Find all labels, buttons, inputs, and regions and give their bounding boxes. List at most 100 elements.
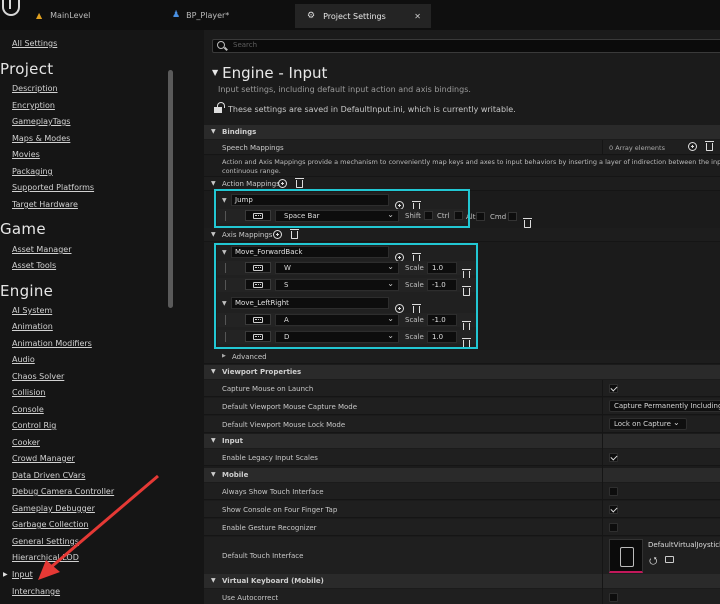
row-lock-mode: Default Viewport Mouse Lock Mode Lock on… [204, 416, 720, 433]
page-subtitle: Input settings, including default input … [218, 85, 471, 94]
browse-back-icon[interactable]: ⭯ [649, 554, 657, 571]
page-title: ▼ Engine - Input [212, 64, 327, 82]
lock-note-text: These settings are saved in DefaultInput… [228, 105, 516, 114]
sidebar-item-gameplaytags[interactable]: GameplayTags [12, 117, 70, 126]
collapse-arrow-icon[interactable]: ▼ [211, 231, 216, 238]
lock-mode-dropdown[interactable]: Lock on Capture ⌄ [609, 418, 687, 430]
sidebar-all-settings[interactable]: All Settings [12, 39, 57, 48]
always-show-touch-checkbox[interactable] [609, 487, 618, 496]
section-viewport-properties[interactable]: ▼ Viewport Properties [204, 365, 720, 379]
sidebar-item-movies[interactable]: Movies [12, 150, 40, 159]
bindings-description-continued: continuous range. [222, 167, 281, 175]
tab-label: MainLevel [50, 10, 91, 20]
sidebar-item-packaging[interactable]: Packaging [12, 167, 53, 176]
sidebar-item-chaos-solver[interactable]: Chaos Solver [12, 372, 64, 381]
sidebar-item-animation-modifiers[interactable]: Animation Modifiers [12, 339, 92, 348]
collapse-arrow-icon: ▼ [211, 471, 216, 478]
sidebar-item-gameplay-debugger[interactable]: Gameplay Debugger [12, 504, 95, 513]
sidebar-item-asset-manager[interactable]: Asset Manager [12, 245, 71, 254]
capture-mouse-launch-checkbox[interactable] [609, 384, 618, 393]
blueprint-actor-icon: ♟ [172, 10, 181, 20]
row-advanced[interactable]: ▶ Advanced [204, 350, 720, 364]
sidebar-item-general-settings[interactable]: General Settings [12, 537, 79, 546]
touch-interface-asset-name[interactable]: DefaultVirtualJoystick [648, 541, 720, 549]
row-axis-mappings: ▼ Axis Mappings [204, 228, 720, 242]
sidebar-item-control-rig[interactable]: Control Rig [12, 421, 56, 430]
tab-bp-player[interactable]: ♟ BP_Player* [172, 5, 229, 25]
unreal-logo-icon[interactable] [2, 0, 20, 16]
add-axis-mapping-icon[interactable] [273, 230, 282, 241]
expand-arrow-icon[interactable]: ▶ [222, 353, 226, 359]
sidebar-item-input[interactable]: Input [12, 570, 33, 579]
capture-mode-label: Default Viewport Mouse Capture Mode [222, 403, 358, 411]
row-speech-mappings: Speech Mappings 0 Array elements [204, 140, 720, 155]
add-speech-mapping-icon[interactable] [688, 142, 697, 153]
section-input[interactable]: ▼ Input [204, 434, 720, 448]
gesture-recognizer-checkbox[interactable] [609, 523, 618, 532]
four-finger-tap-checkbox[interactable] [609, 505, 618, 514]
sidebar-item-cooker[interactable]: Cooker [12, 438, 40, 447]
folder-browse-icon[interactable] [665, 556, 674, 563]
unlock-icon [214, 102, 225, 113]
row-always-show-touch: Always Show Touch Interface [204, 483, 720, 500]
row-gesture-recognizer: Enable Gesture Recognizer [204, 519, 720, 536]
search-input[interactable]: Search [233, 41, 257, 49]
row-bindings-description: Action and Axis Mappings provide a mecha… [204, 156, 720, 177]
close-tab-icon[interactable]: ✕ [414, 12, 421, 21]
row-legacy-input-scales: Enable Legacy Input Scales [204, 449, 720, 466]
tab-label: BP_Player* [186, 10, 230, 20]
section-bindings[interactable]: ▼ Bindings [204, 125, 720, 139]
section-mobile[interactable]: ▼ Mobile [204, 468, 720, 482]
capture-mode-dropdown[interactable]: Capture Permanently Including In [609, 400, 720, 412]
sidebar-item-data-driven-cvars[interactable]: Data Driven CVars [12, 471, 85, 480]
four-finger-tap-label: Show Console on Four Finger Tap [222, 506, 338, 514]
capture-mouse-launch-label: Capture Mouse on Launch [222, 385, 314, 393]
collapse-arrow-icon: ▼ [211, 437, 216, 444]
search-box[interactable]: Search [212, 39, 720, 53]
modifier-cmd-label: Cmd [490, 213, 507, 221]
level-icon: ▲ [36, 10, 43, 20]
settings-gear-icon: ⚙ [307, 11, 316, 21]
sidebar-group-engine: Engine [0, 282, 54, 300]
gesture-recognizer-label: Enable Gesture Recognizer [222, 524, 317, 532]
modifier-alt-checkbox[interactable] [476, 212, 485, 221]
section-virtual-keyboard[interactable]: ▼ Virtual Keyboard (Mobile) [204, 574, 720, 588]
collapse-arrow-icon: ▼ [211, 577, 216, 584]
legacy-input-scales-checkbox[interactable] [609, 453, 618, 462]
delete-speech-mappings-icon[interactable] [705, 141, 714, 153]
collapse-arrow-icon[interactable]: ▼ [211, 180, 216, 187]
sidebar-item-description[interactable]: Description [12, 84, 58, 93]
sidebar-scrollbar[interactable] [168, 70, 173, 308]
sidebar-item-console[interactable]: Console [12, 405, 44, 414]
tab-mainlevel[interactable]: ▲ MainLevel [36, 5, 90, 25]
sidebar-item-supported-platforms[interactable]: Supported Platforms [12, 183, 94, 192]
sidebar-item-crowd-manager[interactable]: Crowd Manager [12, 454, 75, 463]
sidebar-item-garbage-collection[interactable]: Garbage Collection [12, 520, 88, 529]
touch-interface-thumbnail[interactable] [609, 539, 643, 573]
collapse-arrow-icon[interactable]: ▼ [212, 68, 218, 77]
use-autocorrect-checkbox[interactable] [609, 593, 618, 602]
sidebar-item-audio[interactable]: Audio [12, 355, 35, 364]
sidebar-item-collision[interactable]: Collision [12, 388, 46, 397]
row-use-autocorrect: Use Autocorrect [204, 589, 720, 604]
sidebar-item-encryption[interactable]: Encryption [12, 101, 55, 110]
highlight-box-axis [214, 243, 478, 349]
lock-mode-value: Lock on Capture [614, 420, 671, 428]
modifier-cmd-checkbox[interactable] [508, 212, 517, 221]
delete-axis-mappings-icon[interactable] [290, 229, 299, 241]
sidebar-item-hierarchical-lod[interactable]: Hierarchical LOD [12, 553, 79, 562]
sidebar-item-ai-system[interactable]: AI System [12, 306, 52, 315]
speech-mappings-label: Speech Mappings [222, 144, 284, 152]
sidebar-item-animation[interactable]: Animation [12, 322, 53, 331]
section-title: Mobile [222, 471, 249, 479]
lock-mode-label: Default Viewport Mouse Lock Mode [222, 421, 346, 429]
column-separator [602, 380, 603, 604]
sidebar-item-target-hardware[interactable]: Target Hardware [12, 200, 78, 209]
sidebar-item-maps-modes[interactable]: Maps & Modes [12, 134, 70, 143]
row-four-finger-tap: Show Console on Four Finger Tap [204, 501, 720, 518]
sidebar-item-interchange[interactable]: Interchange [12, 587, 60, 596]
tab-project-settings[interactable]: ⚙ Project Settings ✕ [295, 4, 431, 28]
sidebar-item-debug-camera-controller[interactable]: Debug Camera Controller [12, 487, 114, 496]
search-icon [217, 41, 225, 49]
sidebar-item-asset-tools[interactable]: Asset Tools [12, 261, 56, 270]
